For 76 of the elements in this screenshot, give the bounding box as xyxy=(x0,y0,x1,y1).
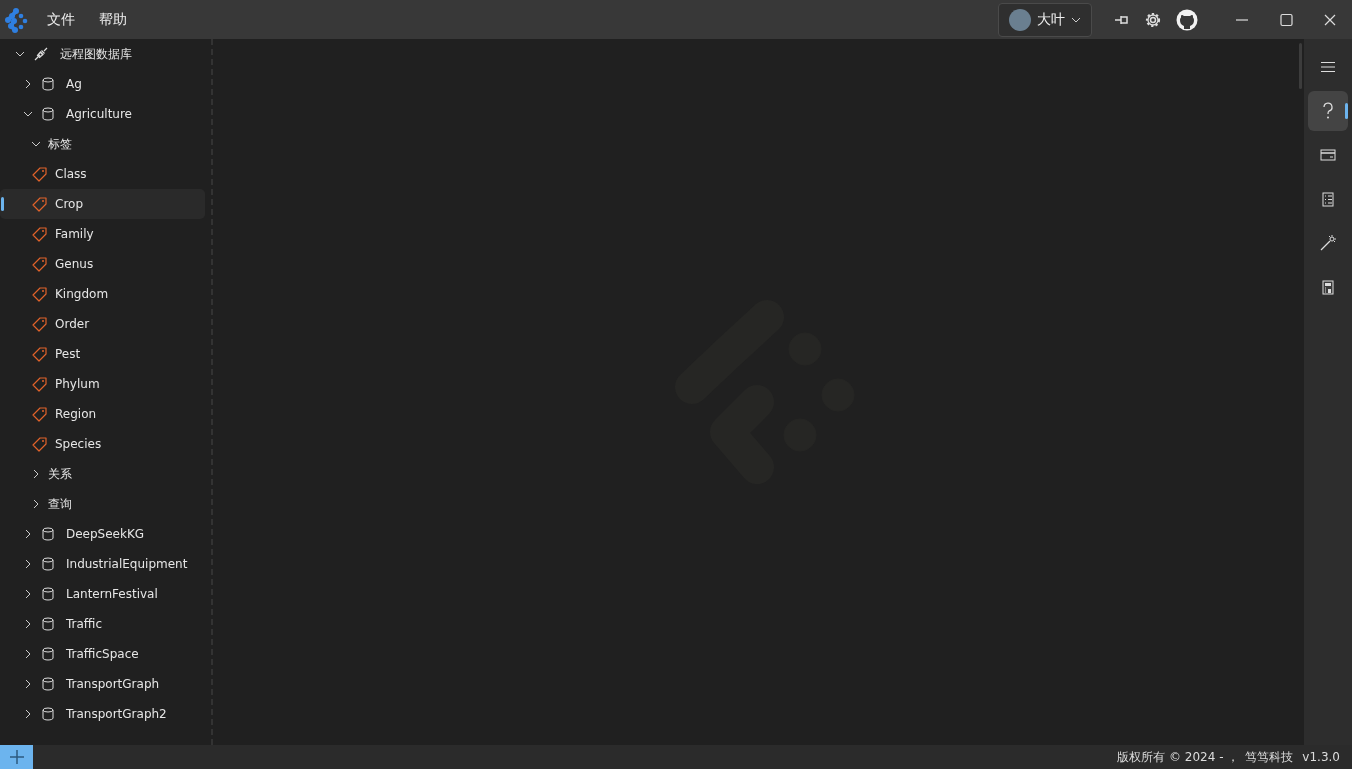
plus-icon xyxy=(8,749,25,765)
tree-item[interactable]: Agriculture xyxy=(0,99,205,129)
item-label: Species xyxy=(55,436,102,453)
tree-item[interactable]: Pest xyxy=(0,339,205,369)
item-label: Class xyxy=(55,166,87,183)
tree-item[interactable]: Species xyxy=(0,429,205,459)
database-icon xyxy=(42,677,54,691)
item-label: Genus xyxy=(55,256,94,273)
tree-item[interactable]: Order xyxy=(0,309,205,339)
tree-item[interactable]: Crop xyxy=(0,189,205,219)
tree-item[interactable]: Genus xyxy=(0,249,205,279)
item-label: 远程图数据库 xyxy=(60,46,132,63)
question-icon[interactable] xyxy=(1308,91,1348,131)
tree-item[interactable]: Traffic xyxy=(0,609,205,639)
tree-item[interactable]: 查询 xyxy=(0,489,205,519)
tree-item[interactable]: LanternFestival xyxy=(0,579,205,609)
item-label: Ag xyxy=(66,76,82,93)
tag-icon xyxy=(32,376,47,392)
tag-icon xyxy=(32,256,47,272)
item-label: Order xyxy=(55,316,90,333)
tree-item[interactable]: 远程图数据库 xyxy=(0,39,205,69)
item-label: Pest xyxy=(55,346,81,363)
item-label: Region xyxy=(55,406,97,423)
tree-item[interactable]: TrafficSpace xyxy=(0,639,205,669)
tree-item[interactable]: Class xyxy=(0,159,205,189)
item-label: IndustrialEquipment xyxy=(66,556,188,573)
item-label: 关系 xyxy=(48,466,72,483)
tree-item[interactable]: Phylum xyxy=(0,369,205,399)
item-label: TrafficSpace xyxy=(66,646,139,663)
database-icon xyxy=(42,557,54,571)
tree-item[interactable]: Region xyxy=(0,399,205,429)
item-label: Crop xyxy=(55,196,83,213)
copyright-text: 版权所有 © 2024 - ， xyxy=(1117,749,1240,766)
item-label: DeepSeekKG xyxy=(66,526,145,543)
tag-icon xyxy=(32,406,47,422)
item-label: Phylum xyxy=(55,376,100,393)
database-icon xyxy=(42,647,54,661)
item-label: Kingdom xyxy=(55,286,109,303)
database-icon xyxy=(42,107,54,121)
tree-item[interactable]: Kingdom xyxy=(0,279,205,309)
company-name: 笃笃科技 xyxy=(1245,749,1294,766)
database-icon xyxy=(42,527,54,541)
tree-item[interactable]: Family xyxy=(0,219,205,249)
database-icon xyxy=(42,617,54,631)
tree-item[interactable]: TransportGraph xyxy=(0,669,205,699)
item-label: TransportGraph xyxy=(66,676,160,693)
tree-item[interactable]: 标签 xyxy=(0,129,205,159)
item-label: 查询 xyxy=(48,496,72,513)
user-menu-button[interactable]: 大叶 xyxy=(998,2,1092,37)
tree-item[interactable]: 关系 xyxy=(0,459,205,489)
database-icon xyxy=(42,587,54,601)
tree-item[interactable]: TransportGraph2 xyxy=(0,699,205,729)
avatar-icon xyxy=(1009,8,1031,31)
tag-icon xyxy=(32,226,47,242)
tree-item[interactable]: IndustrialEquipment xyxy=(0,549,205,579)
item-label: LanternFestival xyxy=(66,586,158,603)
menu-item[interactable]: 文件 xyxy=(35,9,87,30)
app-logo xyxy=(3,6,29,33)
version-label: v1.3.0 xyxy=(1302,749,1340,766)
item-label: Agriculture xyxy=(66,106,132,123)
tree-item[interactable]: DeepSeekKG xyxy=(0,519,205,549)
tree-item[interactable]: Ag xyxy=(0,69,205,99)
item-label: 标签 xyxy=(48,136,72,153)
item-label: Family xyxy=(55,226,94,243)
tag-icon xyxy=(32,316,47,332)
tag-icon xyxy=(32,196,47,212)
item-label: TransportGraph2 xyxy=(66,706,167,723)
database-icon xyxy=(42,77,54,91)
database-icon xyxy=(42,707,54,721)
item-label: Traffic xyxy=(66,616,103,633)
tag-icon xyxy=(32,166,47,182)
menu-item[interactable]: 帮助 xyxy=(87,9,139,30)
tag-icon xyxy=(32,346,47,362)
tag-icon xyxy=(32,286,47,302)
plug-icon xyxy=(34,47,48,61)
tag-icon xyxy=(32,436,47,452)
